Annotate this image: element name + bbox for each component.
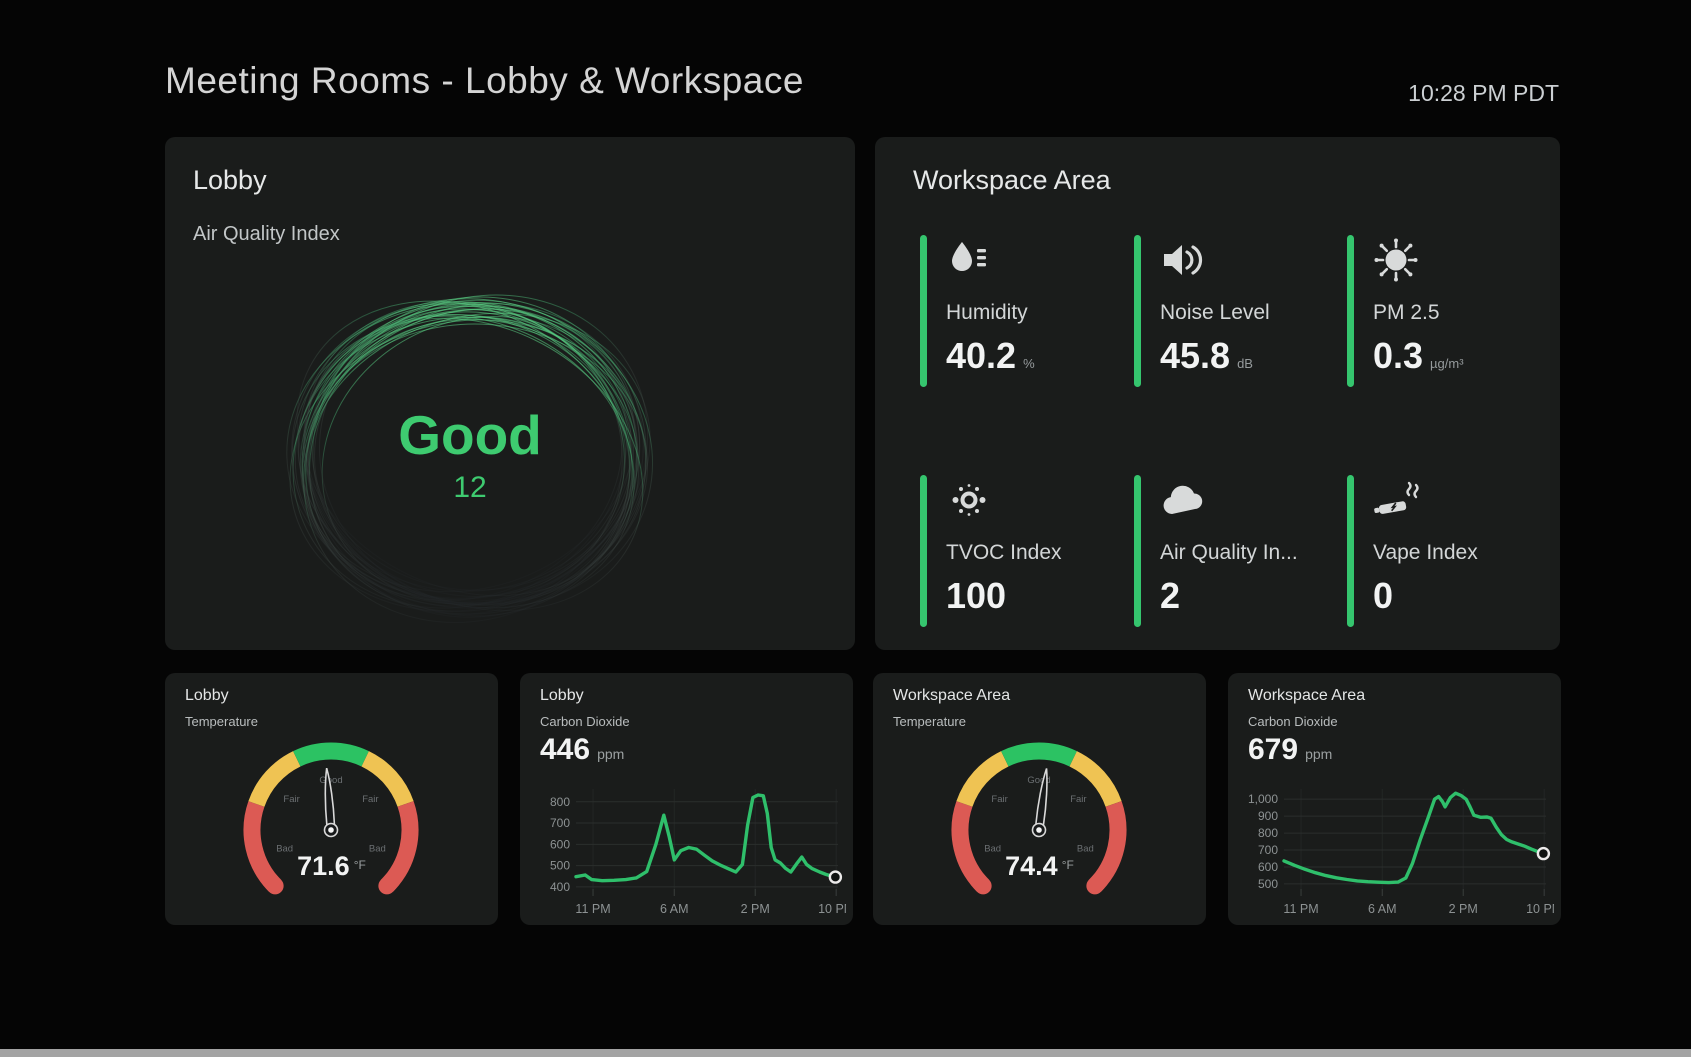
svg-text:11 PM: 11 PM	[575, 902, 610, 916]
workspace-metrics-card: Workspace Area Humidity 40.2% Noise Leve…	[875, 137, 1560, 650]
metric-accent-bar	[1347, 475, 1354, 627]
co2-reading: 446ppm	[540, 733, 624, 767]
card-title: Lobby	[540, 687, 584, 705]
metric-tile-tvoc: TVOC Index 100	[920, 475, 1125, 627]
dashboard-page: Meeting Rooms - Lobby & Workspace 10:28 …	[0, 0, 1691, 1057]
svg-text:6 AM: 6 AM	[1368, 902, 1397, 916]
metric-value: 100	[946, 575, 1006, 617]
metric-tile-pm25: PM 2.5 0.3 µg/m³	[1347, 235, 1552, 387]
gauge-value: 71.6°F	[165, 851, 498, 882]
card-title: Lobby	[185, 687, 229, 705]
gauge-unit: °F	[354, 858, 366, 872]
metric-accent-bar	[1134, 235, 1141, 387]
svg-text:500: 500	[550, 859, 570, 873]
svg-text:6 AM: 6 AM	[660, 902, 689, 916]
gauge-value: 74.4°F	[873, 851, 1206, 882]
aqi-status-text: Good	[250, 407, 690, 465]
co2-unit: ppm	[1305, 746, 1332, 762]
lobby-aqi-card: Lobby Air Quality Index Good 12	[165, 137, 855, 650]
svg-text:800: 800	[550, 795, 570, 809]
svg-text:2 PM: 2 PM	[1449, 902, 1478, 916]
metric-label: Noise Level	[1160, 301, 1270, 325]
metric-value: 2	[1160, 575, 1180, 617]
metric-tile-air-quality: Air Quality In... 2	[1134, 475, 1339, 627]
metric-accent-bar	[920, 475, 927, 627]
metric-accent-bar	[1134, 475, 1141, 627]
metric-value: 45.8	[1160, 335, 1230, 377]
svg-text:2 PM: 2 PM	[741, 902, 770, 916]
card-subtitle: Carbon Dioxide	[540, 714, 630, 729]
svg-text:900: 900	[1258, 809, 1278, 823]
metric-tile-vape: Vape Index 0	[1347, 475, 1552, 627]
tvoc-molecule-icon	[946, 477, 1062, 527]
svg-text:400: 400	[550, 880, 570, 894]
metric-label: TVOC Index	[946, 541, 1062, 565]
metric-value: 40.2	[946, 335, 1016, 377]
metric-value: 0.3	[1373, 335, 1423, 377]
page-title: Meeting Rooms - Lobby & Workspace	[165, 60, 804, 102]
svg-text:11 PM: 11 PM	[1283, 902, 1318, 916]
svg-text:700: 700	[1258, 843, 1278, 857]
co2-line-chart: 11 PM 6 AM 2 PM 10 PM 800 700 600 500 400	[528, 779, 846, 921]
aqi-reading: Good 12	[250, 407, 690, 505]
card-title: Workspace Area	[893, 687, 1010, 705]
co2-reading: 679ppm	[1248, 733, 1332, 767]
co2-line-chart: 11 PM 6 AM 2 PM 10 PM 1,000 900 800 700 600 500	[1236, 779, 1554, 921]
pm25-particle-icon	[1373, 237, 1464, 287]
aqi-cloud-icon	[1160, 477, 1298, 527]
workspace-co2-card: Workspace Area Carbon Dioxide 679ppm 11 …	[1228, 673, 1561, 925]
workspace-temperature-card: Workspace Area Temperature GoodFairFairB…	[873, 673, 1206, 925]
card-title: Workspace Area	[913, 165, 1111, 196]
svg-text:1,000: 1,000	[1248, 792, 1278, 806]
svg-text:Fair: Fair	[283, 794, 299, 805]
metric-accent-bar	[1347, 235, 1354, 387]
svg-text:10 PM: 10 PM	[1526, 902, 1554, 916]
svg-text:Fair: Fair	[991, 794, 1007, 805]
svg-text:Fair: Fair	[1070, 794, 1086, 805]
metric-tile-noise: Noise Level 45.8 dB	[1134, 235, 1339, 387]
metric-label: Humidity	[946, 301, 1035, 325]
humidity-droplet-icon	[946, 237, 1035, 287]
metric-value: 0	[1373, 575, 1393, 617]
co2-unit: ppm	[597, 746, 624, 762]
lobby-temperature-card: Lobby Temperature GoodFairFairBadBad 71.…	[165, 673, 498, 925]
lobby-co2-card: Lobby Carbon Dioxide 446ppm 11 PM 6 AM 2 P…	[520, 673, 853, 925]
svg-text:500: 500	[1258, 877, 1278, 891]
card-subtitle: Temperature	[185, 714, 258, 729]
svg-text:800: 800	[1258, 826, 1278, 840]
screen-bottom-edge	[0, 1049, 1691, 1057]
card-title: Workspace Area	[1248, 687, 1365, 705]
svg-text:10 PM: 10 PM	[818, 902, 846, 916]
metric-unit: µg/m³	[1430, 356, 1464, 371]
card-subtitle: Carbon Dioxide	[1248, 714, 1338, 729]
metric-label: PM 2.5	[1373, 301, 1464, 325]
svg-text:600: 600	[1258, 860, 1278, 874]
card-subtitle: Temperature	[893, 714, 966, 729]
metric-unit: %	[1023, 356, 1035, 371]
noise-speaker-icon	[1160, 237, 1270, 287]
temperature-gauge: GoodFairFairBadBad	[934, 731, 1144, 923]
metric-label: Vape Index	[1373, 541, 1478, 565]
vape-pen-icon	[1373, 477, 1478, 527]
svg-text:600: 600	[550, 837, 570, 851]
card-subtitle: Air Quality Index	[193, 223, 340, 246]
metric-label: Air Quality In...	[1160, 541, 1298, 565]
svg-text:700: 700	[550, 816, 570, 830]
metric-accent-bar	[920, 235, 927, 387]
svg-text:Fair: Fair	[362, 794, 378, 805]
gauge-unit: °F	[1062, 858, 1074, 872]
clock: 10:28 PM PDT	[1408, 80, 1559, 107]
metric-unit: dB	[1237, 356, 1253, 371]
aqi-value: 12	[250, 471, 690, 505]
temperature-gauge: GoodFairFairBadBad	[226, 731, 436, 923]
metric-tile-humidity: Humidity 40.2%	[920, 235, 1125, 387]
card-title: Lobby	[193, 165, 267, 196]
